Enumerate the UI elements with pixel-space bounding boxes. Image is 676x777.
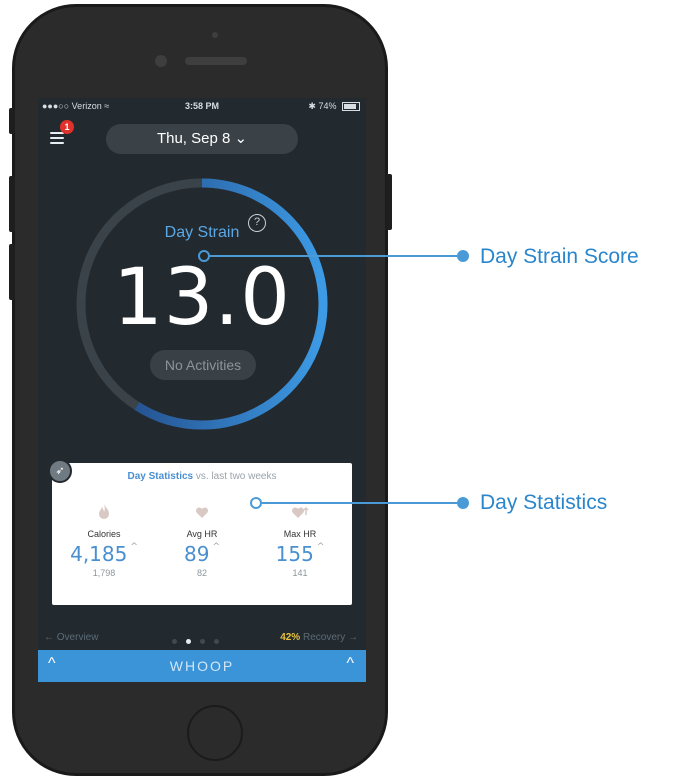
strain-callout-label: Day Strain Score: [480, 245, 639, 268]
stat-label: Calories: [87, 529, 121, 539]
activities-button[interactable]: No Activities: [150, 350, 256, 380]
bluetooth-icon: ✱: [308, 101, 316, 111]
activity-icon[interactable]: ➶: [48, 459, 72, 483]
heart-up-icon: [250, 503, 350, 525]
help-icon[interactable]: ?: [248, 214, 266, 232]
day-statistics-card[interactable]: Day Statistics vs. last two weeks Calori…: [52, 463, 352, 605]
app-screen: ●●●○○ Verizon ≈ 3:58 PM ✱ 74% 1 Thu, Sep…: [38, 98, 366, 682]
stats-callout-line: [262, 502, 462, 504]
battery-icon: [342, 102, 360, 112]
card-title-bold: Day Statistics: [127, 471, 194, 482]
trend-up-icon: ^: [212, 542, 220, 552]
stat-baseline: 82: [196, 568, 207, 578]
strain-callout-dot: [457, 250, 469, 262]
trend-up-icon: ^: [316, 542, 325, 552]
sensor-dot: [212, 32, 218, 38]
stat-value: 89 ^: [184, 542, 220, 566]
strain-callout-anchor: [198, 250, 210, 262]
card-title: Day Statistics vs. last two weeks: [52, 471, 352, 482]
stats-callout-dot: [457, 497, 469, 509]
notification-badge: 1: [60, 120, 74, 134]
page-indicator: [172, 636, 228, 647]
stat-calories: Calories 4,185 ^ 1,798: [54, 503, 154, 578]
chevron-up-icon[interactable]: ^: [346, 655, 354, 673]
menu-icon[interactable]: [50, 132, 64, 144]
earpiece-speaker: [185, 57, 247, 65]
flame-icon: [54, 503, 154, 525]
battery-status: ✱ 74%: [308, 101, 360, 112]
stat-max-hr: Max HR 155 ^ 141: [250, 503, 350, 578]
heart-icon: [152, 503, 252, 525]
front-camera: [155, 55, 167, 67]
power-button: [386, 174, 392, 230]
day-strain-label: Day Strain: [164, 224, 240, 241]
stat-label: Avg HR: [186, 529, 218, 539]
stats-callout-label: Day Statistics: [480, 491, 608, 514]
strain-callout-line: [210, 255, 462, 257]
stat-baseline: 141: [292, 568, 308, 578]
page-nav: ← Overview 42% Recovery →: [38, 632, 366, 646]
recovery-link[interactable]: 42% Recovery →: [280, 632, 358, 643]
stat-baseline: 1,798: [92, 568, 116, 578]
stat-value: 4,185 ^: [70, 542, 138, 566]
stat-avg-hr: Avg HR 89 ^ 82: [152, 503, 252, 578]
home-button[interactable]: [187, 705, 243, 761]
stat-value: 155 ^: [275, 542, 325, 566]
stat-label: Max HR: [283, 529, 317, 539]
mute-switch: [9, 108, 15, 134]
bottom-bar[interactable]: ^ WHOOP ^: [38, 650, 366, 682]
stats-callout-anchor: [250, 497, 262, 509]
volume-down-button: [9, 244, 15, 300]
battery-percent: 74%: [318, 101, 337, 111]
date-selector[interactable]: Thu, Sep 8 ⌄: [106, 124, 298, 154]
card-title-rest: vs. last two weeks: [193, 471, 277, 482]
status-bar: ●●●○○ Verizon ≈ 3:58 PM ✱ 74%: [38, 98, 366, 114]
overview-link[interactable]: ← Overview: [44, 632, 98, 643]
volume-up-button: [9, 176, 15, 232]
day-strain-value: 13.0: [113, 253, 291, 343]
recovery-percent: 42%: [280, 632, 301, 643]
brand-logo: WHOOP: [169, 658, 235, 674]
trend-up-icon: ^: [130, 542, 138, 552]
